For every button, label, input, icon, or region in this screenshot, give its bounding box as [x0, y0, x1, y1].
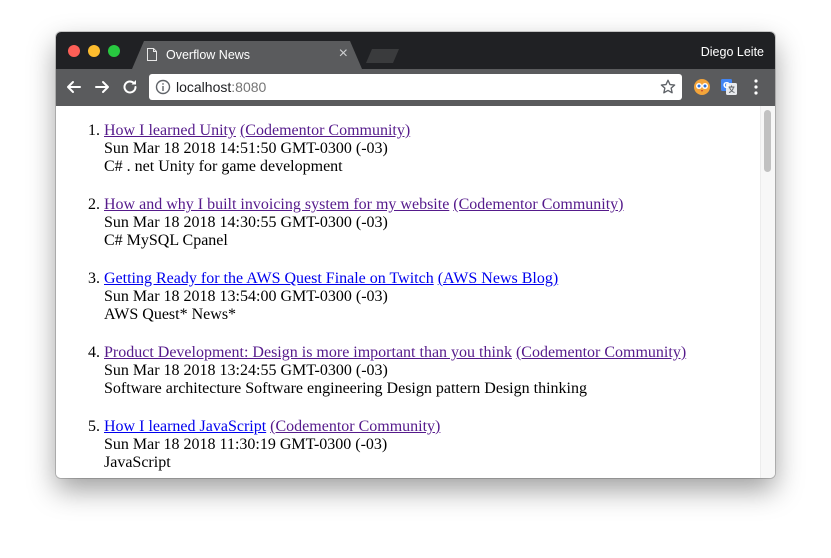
news-tags: C# . net Unity for game development: [104, 158, 343, 175]
news-tags: JavaScript: [104, 454, 171, 471]
profile-name[interactable]: Diego Leite: [701, 45, 764, 59]
tab-close-icon[interactable]: ×: [339, 45, 348, 63]
url-host: localhost: [176, 79, 232, 95]
tab-title: Overflow News: [166, 48, 251, 62]
back-arrow-icon[interactable]: [64, 77, 84, 97]
list-item: 1. How I learned Unity (Codementor Commu…: [88, 122, 686, 176]
list-item: 5. How I learned JavaScript (Codementor …: [88, 418, 686, 472]
news-title-link[interactable]: How I learned Unity: [104, 122, 236, 139]
url-text[interactable]: localhost:8080: [176, 79, 266, 95]
news-source-link[interactable]: (AWS News Blog): [438, 270, 558, 287]
item-number: 4.: [88, 344, 100, 361]
reload-icon[interactable]: [120, 77, 140, 97]
news-date: Sun Mar 18 2018 11:30:19 GMT-0300 (-03): [104, 436, 388, 453]
title-bar: Overflow News × Diego Leite: [56, 32, 775, 69]
owl-extension-icon[interactable]: [692, 77, 712, 97]
browser-toolbar: localhost:8080 G: [56, 69, 775, 106]
scrollbar-thumb[interactable]: [764, 110, 771, 172]
news-date: Sun Mar 18 2018 13:54:00 GMT-0300 (-03): [104, 288, 388, 305]
vertical-scrollbar[interactable]: [760, 106, 775, 478]
info-icon[interactable]: [155, 79, 171, 95]
page-content: 1. How I learned Unity (Codementor Commu…: [56, 106, 760, 478]
address-bar[interactable]: localhost:8080: [149, 74, 682, 100]
list-item: 2. How and why I built invoicing system …: [88, 196, 686, 250]
item-number: 3.: [88, 270, 100, 287]
browser-window: Overflow News × Diego Leite localhost:80…: [56, 32, 775, 478]
news-title-link[interactable]: Product Development: Design is more impo…: [104, 344, 512, 361]
news-title-link[interactable]: How and why I built invoicing system for…: [104, 196, 449, 213]
svg-text:G: G: [723, 81, 730, 90]
news-tags: AWS Quest* News*: [104, 306, 237, 323]
news-tags: C# MySQL Cpanel: [104, 232, 228, 249]
news-title-link[interactable]: Getting Ready for the AWS Quest Finale o…: [104, 270, 434, 287]
news-source-link[interactable]: (Codementor Community): [240, 122, 410, 139]
list-item: 4. Product Development: Design is more i…: [88, 344, 686, 398]
news-tags: Software architecture Software engineeri…: [104, 380, 587, 397]
minimize-window-button[interactable]: [88, 45, 100, 57]
news-source-link[interactable]: (Codementor Community): [453, 196, 623, 213]
item-number: 5.: [88, 418, 100, 435]
document-icon: [147, 48, 157, 61]
forward-arrow-icon[interactable]: [92, 77, 112, 97]
news-source-link[interactable]: (Codementor Community): [270, 418, 440, 435]
news-date: Sun Mar 18 2018 13:24:55 GMT-0300 (-03): [104, 362, 388, 379]
url-port: :8080: [231, 79, 267, 95]
close-window-button[interactable]: [68, 45, 80, 57]
list-item: 3. Getting Ready for the AWS Quest Final…: [88, 270, 686, 324]
item-number: 1.: [88, 122, 100, 139]
maximize-window-button[interactable]: [108, 45, 120, 57]
star-icon[interactable]: [659, 78, 677, 96]
news-title-link[interactable]: How I learned JavaScript: [104, 418, 266, 435]
google-translate-icon[interactable]: G: [719, 77, 739, 97]
news-list: 1. How I learned Unity (Codementor Commu…: [88, 122, 686, 478]
news-source-link[interactable]: (Codementor Community): [516, 344, 686, 361]
item-number: 2.: [88, 196, 100, 213]
news-date: Sun Mar 18 2018 14:30:55 GMT-0300 (-03): [104, 214, 388, 231]
tab-overflow-news[interactable]: Overflow News ×: [132, 41, 362, 69]
new-tab-button[interactable]: [366, 49, 399, 63]
kebab-menu-icon[interactable]: [753, 78, 759, 96]
news-date: Sun Mar 18 2018 14:51:50 GMT-0300 (-03): [104, 140, 388, 157]
